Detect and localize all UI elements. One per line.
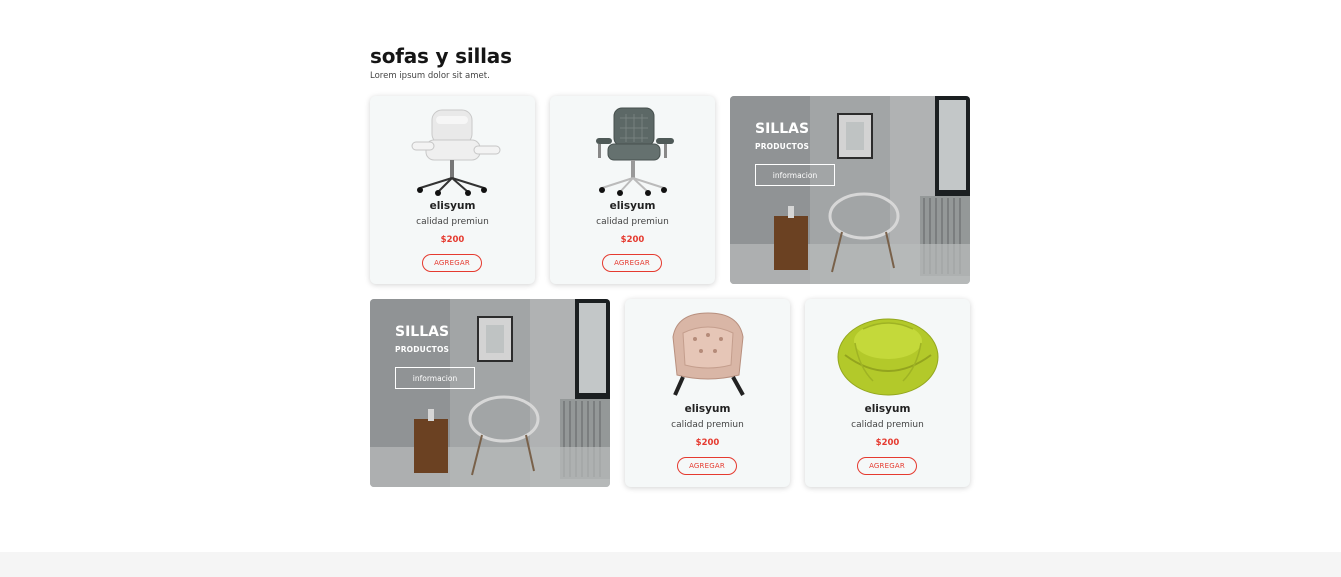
section-title: sofas y sillas [370, 44, 512, 68]
product-price: $200 [875, 438, 900, 448]
product-card[interactable]: elisyum calidad premiun $200 AGREGAR [370, 96, 535, 284]
pink-lounge-chair-image [625, 307, 790, 399]
product-name: elisyum [609, 200, 656, 212]
product-description: calidad premiun [596, 217, 669, 227]
section-subtitle: Lorem ipsum dolor sit amet. [370, 71, 490, 81]
info-button[interactable]: informacion [395, 367, 475, 389]
white-office-chair-image [370, 104, 535, 196]
footer [0, 552, 1341, 577]
add-to-cart-button[interactable]: AGREGAR [677, 457, 737, 475]
product-price: $200 [695, 438, 720, 448]
info-button[interactable]: informacion [755, 164, 835, 186]
banner-subtitle: PRODUCTOS [395, 345, 450, 354]
product-price: $200 [620, 235, 645, 245]
banner-subtitle: PRODUCTOS [755, 142, 810, 151]
product-card[interactable]: elisyum calidad premiun $200 AGREGAR [550, 96, 715, 284]
product-card[interactable]: elisyum calidad premiun $200 AGREGAR [805, 299, 970, 487]
section-header: sofas y sillas Lorem ipsum dolor sit ame… [370, 44, 970, 82]
add-to-cart-button[interactable]: AGREGAR [602, 254, 662, 272]
add-to-cart-button[interactable]: AGREGAR [422, 254, 482, 272]
product-description: calidad premiun [851, 420, 924, 430]
add-to-cart-button[interactable]: AGREGAR [857, 457, 917, 475]
category-banner[interactable]: SILLAS PRODUCTOS informacion [370, 299, 610, 487]
product-name: elisyum [864, 403, 911, 415]
banner-title: SILLAS [755, 121, 810, 137]
product-description: calidad premiun [671, 420, 744, 430]
category-banner[interactable]: SILLAS PRODUCTOS informacion [730, 96, 970, 284]
product-card[interactable]: elisyum calidad premiun $200 AGREGAR [625, 299, 790, 487]
product-name: elisyum [684, 403, 731, 415]
product-price: $200 [440, 235, 465, 245]
gray-office-chair-image [550, 104, 715, 196]
product-name: elisyum [429, 200, 476, 212]
green-bean-bag-chair-image [805, 307, 970, 399]
banner-title: SILLAS [395, 324, 450, 340]
product-description: calidad premiun [416, 217, 489, 227]
